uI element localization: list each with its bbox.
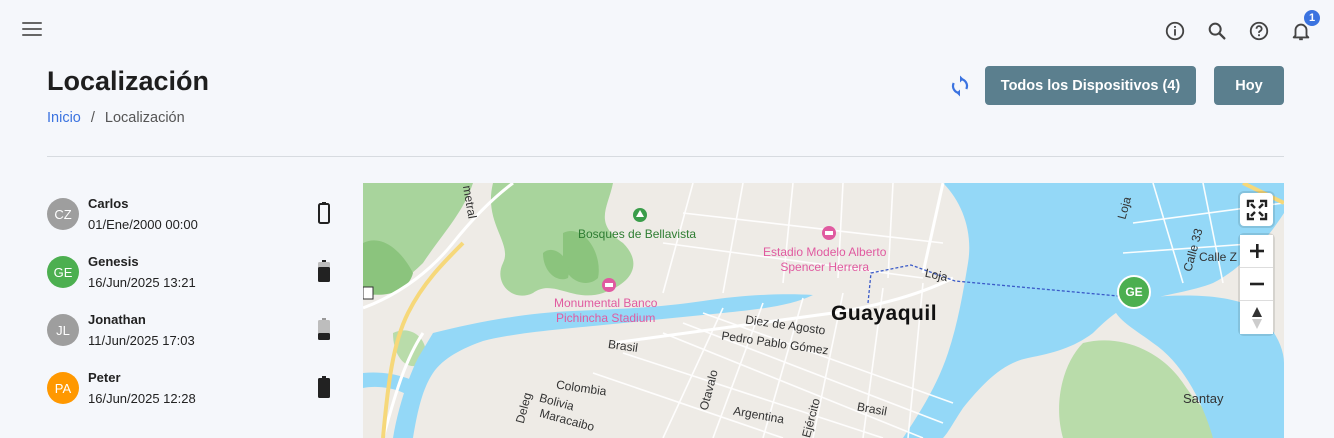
breadcrumb-separator: / xyxy=(90,110,95,126)
breadcrumb-current: Localización xyxy=(104,110,185,126)
avatar: JL xyxy=(47,314,79,346)
compass-icon xyxy=(1251,306,1262,329)
map-poi-stadium-estadio: Estadio Modelo Alberto Spencer Herrera xyxy=(763,245,886,275)
device-name: Genesis xyxy=(88,254,139,269)
battery-medium-icon xyxy=(318,260,330,287)
zoom-in-button[interactable] xyxy=(1240,235,1273,268)
avatar: PA xyxy=(47,372,79,404)
all-devices-button[interactable]: Todos los Dispositivos (4) xyxy=(985,66,1196,105)
map-poi-stadium-estadio-line2: Spencer Herrera xyxy=(780,260,870,274)
battery-empty-icon xyxy=(318,202,330,229)
top-bar: 1 xyxy=(0,0,1334,60)
zoom-controls xyxy=(1240,235,1273,334)
minus-icon xyxy=(1249,282,1264,286)
map-poi-stadium-monumental-line2: Pichincha Stadium xyxy=(556,311,656,325)
device-item-genesis[interactable]: GE Genesis 16/Jun/2025 13:21 xyxy=(47,252,347,310)
device-item-jonathan[interactable]: JL Jonathan 11/Jun/2025 17:03 xyxy=(47,310,347,368)
today-button[interactable]: Hoy xyxy=(1214,66,1284,105)
divider xyxy=(47,156,1284,157)
map-poi-stadium-estadio-line1: Estadio Modelo Alberto xyxy=(763,245,887,259)
map-city-label: Guayaquil xyxy=(831,302,938,325)
search-icon[interactable] xyxy=(1204,18,1230,44)
info-icon[interactable] xyxy=(1162,18,1188,44)
menu-icon[interactable] xyxy=(22,22,42,38)
breadcrumb: Inicio / Localización xyxy=(47,110,185,126)
notification-badge: 1 xyxy=(1302,8,1322,28)
battery-low-icon xyxy=(318,318,330,345)
device-item-peter[interactable]: PA Peter 16/Jun/2025 12:28 xyxy=(47,368,347,426)
plus-icon xyxy=(1249,244,1264,258)
compass-button[interactable] xyxy=(1240,301,1273,334)
map-poi-stadium-monumental-line1: Monumental Banco xyxy=(554,296,658,310)
map-street-label: Calle Z xyxy=(1199,250,1238,264)
avatar: GE xyxy=(47,256,79,288)
breadcrumb-home[interactable]: Inicio xyxy=(47,110,81,126)
device-date: 01/Ene/2000 00:00 xyxy=(88,217,198,232)
device-name: Peter xyxy=(88,370,121,385)
refresh-icon[interactable] xyxy=(948,74,972,98)
map-background xyxy=(363,183,1284,438)
device-list: CZ Carlos 01/Ene/2000 00:00 GE Genesis 1… xyxy=(47,194,347,426)
map-poi-park: Bosques de Bellavista xyxy=(578,227,697,241)
map-poi-stadium-monumental: Monumental Banco Pichincha Stadium xyxy=(554,296,657,326)
device-item-carlos[interactable]: CZ Carlos 01/Ene/2000 00:00 xyxy=(47,194,347,252)
zoom-out-button[interactable] xyxy=(1240,268,1273,301)
device-name: Jonathan xyxy=(88,312,146,327)
device-date: 16/Jun/2025 12:28 xyxy=(88,391,196,406)
help-icon[interactable] xyxy=(1246,18,1272,44)
battery-full-icon xyxy=(318,376,330,403)
map-place-label: Santay xyxy=(1183,391,1224,406)
map[interactable]: Bosques de Bellavista Estadio Modelo Alb… xyxy=(363,183,1284,438)
map-marker-genesis[interactable]: GE xyxy=(1117,275,1151,309)
avatar: CZ xyxy=(47,198,79,230)
bell-icon[interactable]: 1 xyxy=(1288,8,1322,44)
page-title: Localización xyxy=(47,66,210,96)
fullscreen-icon xyxy=(1246,199,1267,220)
device-name: Carlos xyxy=(88,196,129,211)
top-actions: 1 xyxy=(1162,8,1322,44)
fullscreen-button[interactable] xyxy=(1240,193,1273,226)
device-date: 11/Jun/2025 17:03 xyxy=(88,333,195,348)
device-date: 16/Jun/2025 13:21 xyxy=(88,275,196,290)
